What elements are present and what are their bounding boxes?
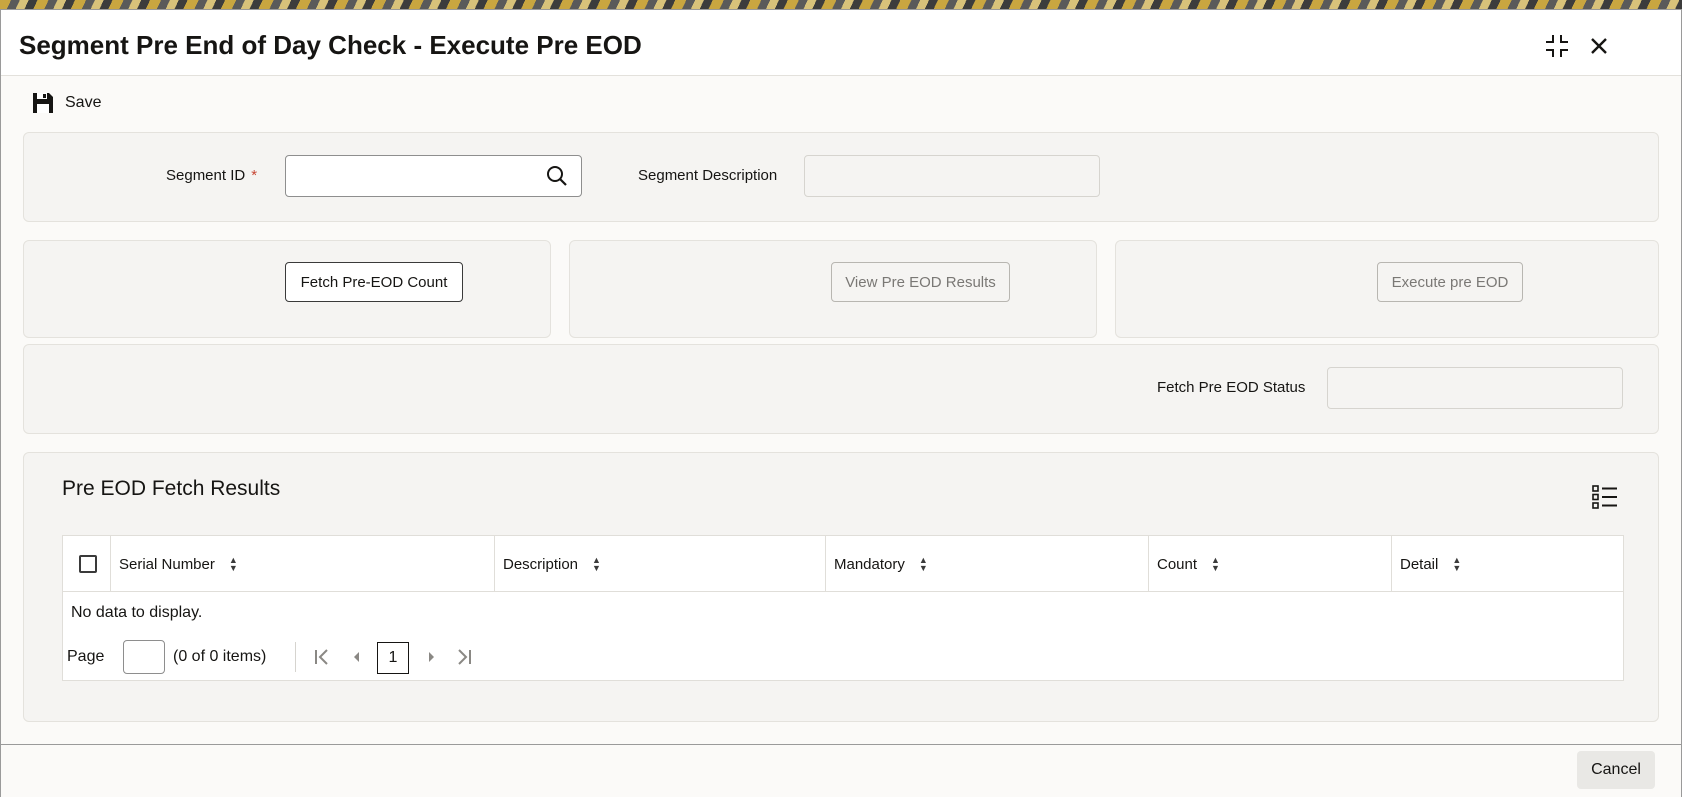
column-header-detail[interactable]: Detail ▲ ▼	[1400, 536, 1461, 592]
pager-separator	[295, 642, 296, 672]
first-page-icon	[315, 649, 328, 665]
first-page-button[interactable]	[311, 646, 333, 668]
previous-page-button[interactable]	[345, 646, 367, 668]
title-bar: Segment Pre End of Day Check - Execute P…	[1, 10, 1681, 76]
view-results-panel: View Pre EOD Results	[569, 240, 1097, 338]
results-panel: Pre EOD Fetch Results Serial Number ▲ ▼ D…	[23, 452, 1659, 722]
column-settings-button[interactable]	[1592, 485, 1618, 509]
last-page-icon	[458, 649, 471, 665]
search-button[interactable]	[546, 165, 568, 187]
save-icon	[33, 93, 53, 113]
segment-description-field	[804, 155, 1100, 197]
save-button[interactable]: Save	[31, 90, 101, 116]
fetch-status-field	[1327, 367, 1623, 409]
column-header-label: Serial Number	[119, 555, 215, 573]
fetch-count-panel: Fetch Pre-EOD Count	[23, 240, 551, 338]
required-marker: *	[251, 167, 258, 184]
column-separator	[110, 536, 111, 592]
items-count: (0 of 0 items)	[173, 648, 267, 665]
list-settings-icon	[1592, 485, 1617, 509]
page-number-input[interactable]	[123, 640, 165, 674]
page-label: Page	[67, 648, 105, 665]
column-separator	[494, 536, 495, 592]
execute-panel: Execute pre EOD	[1115, 240, 1659, 338]
fetch-status-label: Fetch Pre EOD Status	[1157, 379, 1306, 396]
sort-icon: ▲ ▼	[918, 555, 928, 573]
sort-icon: ▲ ▼	[1452, 555, 1462, 573]
segment-id-label-text: Segment ID	[166, 167, 246, 184]
execute-pre-eod-button[interactable]: Execute pre EOD	[1377, 262, 1523, 302]
column-separator	[825, 536, 826, 592]
select-all-checkbox[interactable]	[79, 555, 97, 573]
view-pre-eod-results-button[interactable]: View Pre EOD Results	[831, 262, 1010, 302]
save-label: Save	[65, 94, 102, 111]
segment-panel: Segment ID * Segment Description	[23, 132, 1659, 222]
search-icon	[547, 166, 567, 186]
toolbar: Save	[1, 76, 1681, 126]
column-separator	[1148, 536, 1149, 592]
column-header-label: Mandatory	[834, 555, 905, 573]
column-header-label: Description	[503, 555, 579, 573]
sort-icon: ▲ ▼	[1211, 555, 1220, 573]
segment-id-input[interactable]	[285, 155, 582, 197]
cancel-button[interactable]: Cancel	[1577, 751, 1655, 789]
maximize-icon	[1546, 35, 1568, 57]
pagination: Page (0 of 0 items) 1	[67, 640, 1627, 674]
sort-icon: ▲ ▼	[228, 555, 238, 573]
next-page-icon	[429, 652, 434, 662]
previous-page-icon	[354, 652, 359, 662]
results-table: Serial Number ▲ ▼ Description ▲ ▼ Mandator…	[62, 535, 1624, 681]
column-separator	[1391, 536, 1392, 592]
close-icon	[1591, 38, 1607, 54]
page-title: Segment Pre End of Day Check - Execute P…	[19, 30, 642, 60]
top-banner	[0, 0, 1682, 9]
maximize-button[interactable]	[1543, 32, 1571, 60]
segment-description-label: Segment Description	[638, 167, 778, 184]
results-title: Pre EOD Fetch Results	[62, 477, 281, 500]
current-page-button[interactable]: 1	[377, 642, 409, 674]
status-panel: Fetch Pre EOD Status	[23, 344, 1659, 434]
column-header-serial-number[interactable]: Serial Number ▲ ▼	[119, 536, 238, 592]
column-header-label: Count	[1157, 555, 1198, 573]
dialog-window: Segment Pre End of Day Check - Execute P…	[0, 9, 1682, 797]
column-header-count[interactable]: Count ▲ ▼	[1157, 536, 1220, 592]
column-header-label: Detail	[1400, 555, 1439, 573]
table-header: Serial Number ▲ ▼ Description ▲ ▼ Mandator…	[63, 536, 1623, 592]
empty-message: No data to display.	[71, 604, 203, 621]
close-button[interactable]	[1585, 32, 1613, 60]
fetch-pre-eod-count-button[interactable]: Fetch Pre-EOD Count	[285, 262, 463, 302]
next-page-button[interactable]	[421, 646, 443, 668]
sort-icon: ▲ ▼	[592, 555, 601, 573]
segment-id-label: Segment ID *	[166, 167, 257, 184]
footer-bar: Cancel	[1, 744, 1681, 797]
last-page-button[interactable]	[453, 646, 475, 668]
column-header-mandatory[interactable]: Mandatory ▲ ▼	[834, 536, 928, 592]
column-header-description[interactable]: Description ▲ ▼	[503, 536, 601, 592]
